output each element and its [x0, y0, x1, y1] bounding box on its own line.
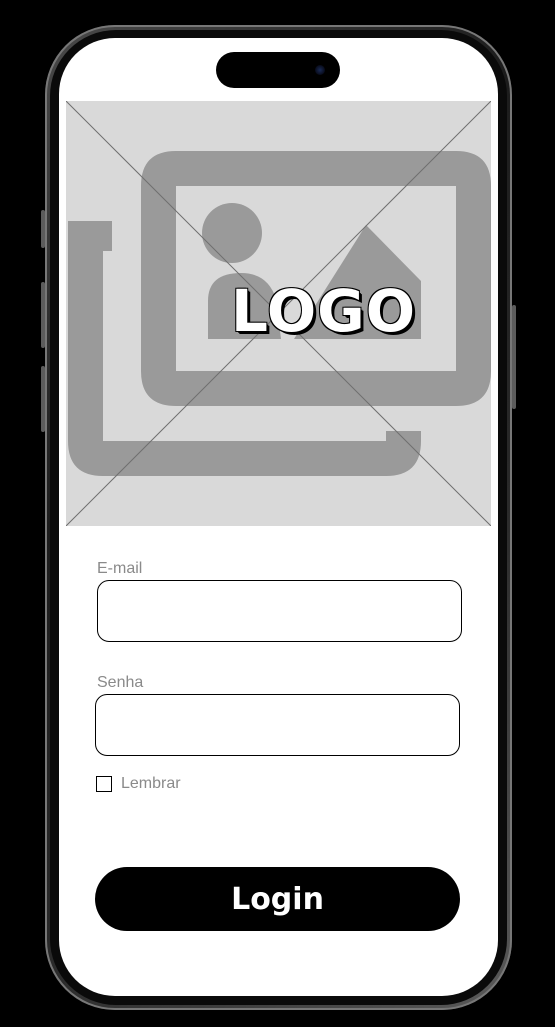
camera-icon — [315, 65, 325, 75]
power-button — [512, 305, 516, 409]
logo-placeholder: LOGO — [66, 101, 491, 526]
remember-checkbox[interactable] — [96, 776, 112, 792]
email-label: E-mail — [97, 560, 143, 577]
password-label: Senha — [97, 674, 144, 691]
login-button[interactable]: Login — [95, 867, 460, 931]
remember-option[interactable]: Lembrar — [96, 775, 181, 793]
remember-label: Lembrar — [121, 775, 181, 792]
password-input[interactable] — [95, 694, 460, 756]
dynamic-island — [216, 52, 340, 88]
email-input[interactable] — [97, 580, 462, 642]
logo-text: LOGO — [230, 277, 417, 345]
mockup-stage: LOGO E-mail Senha Lembrar Login — [0, 0, 555, 1027]
phone-screen: LOGO E-mail Senha Lembrar Login — [59, 38, 498, 996]
